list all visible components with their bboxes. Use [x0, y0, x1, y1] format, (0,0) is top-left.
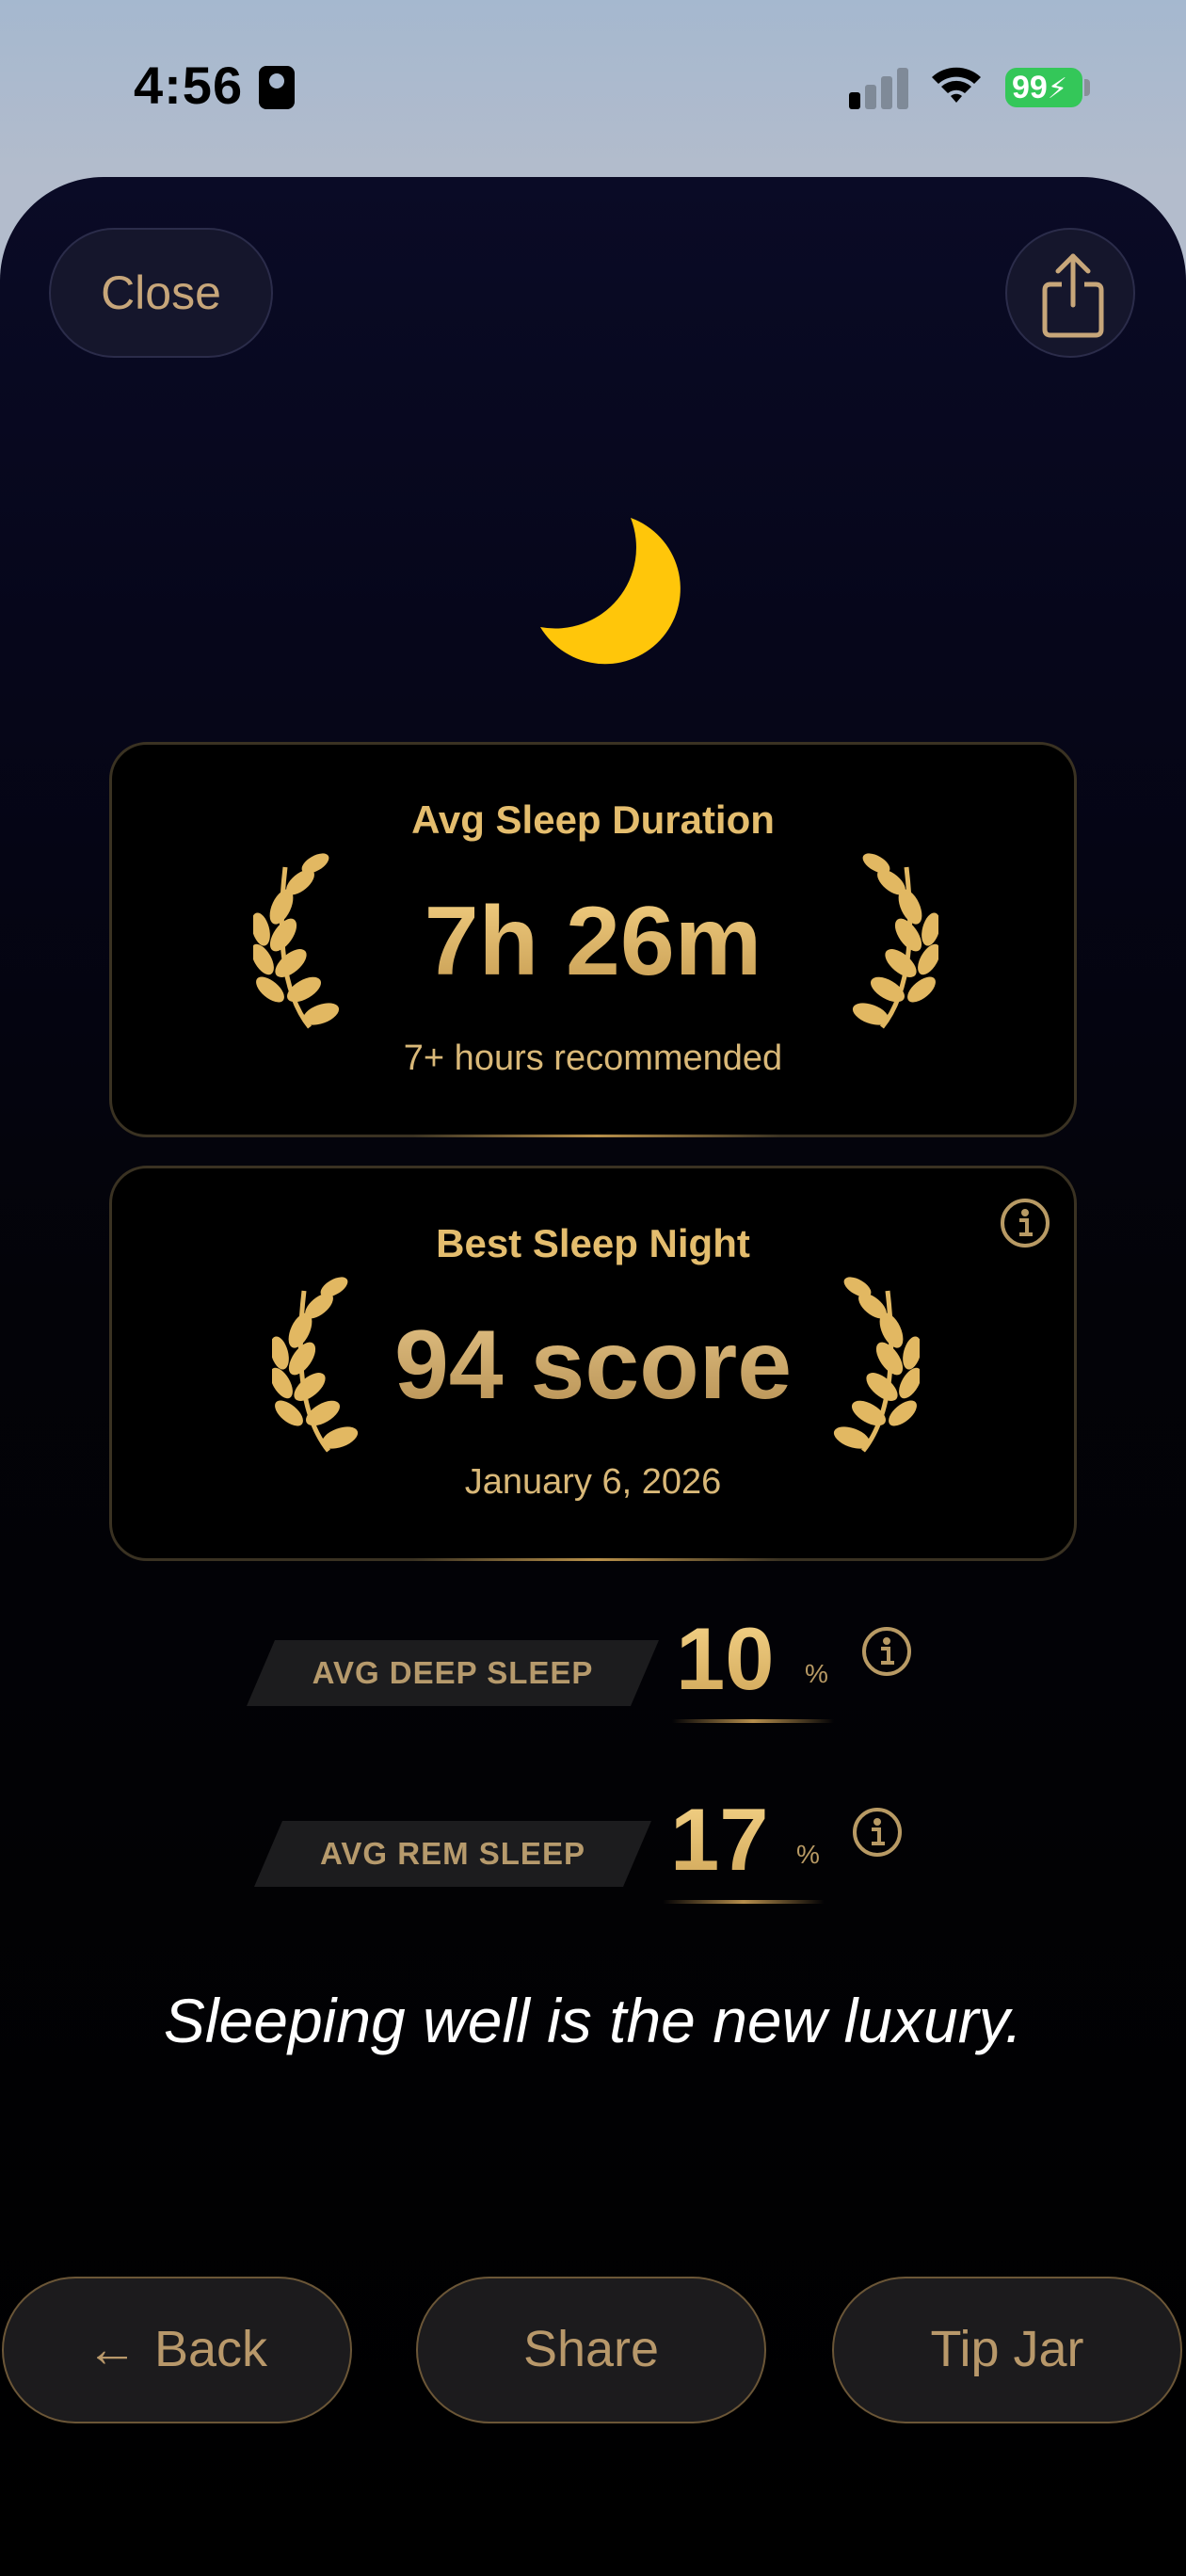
contact-card-icon: [259, 66, 295, 109]
battery-charging-icon: 99⚡: [1005, 68, 1082, 107]
status-time: 4:56: [134, 56, 244, 115]
battery-cap: [1084, 79, 1090, 96]
stat-unit: %: [805, 1659, 828, 1688]
rem-sleep-value: 17: [670, 1790, 769, 1889]
info-icon[interactable]: [851, 1806, 904, 1859]
deep-sleep-value: 10: [676, 1609, 775, 1708]
best-night-score: 94 score: [112, 1310, 1074, 1422]
status-bar: 4:56 99⚡: [0, 0, 1186, 179]
avg-sleep-duration-card: Avg Sleep Duration 7h 26m 7+ hours recom…: [109, 742, 1077, 1137]
tagline: Sleeping well is the new luxury.: [163, 1986, 1023, 2055]
close-button[interactable]: Close: [49, 228, 273, 358]
info-icon[interactable]: [999, 1197, 1051, 1249]
stat-label: AVG REM SLEEP: [254, 1821, 651, 1887]
card-title: Best Sleep Night: [436, 1221, 750, 1265]
laurel-right-icon: [833, 1277, 920, 1453]
battery-level: 99: [1012, 70, 1048, 105]
rem-sleep-stat: AVG REM SLEEP 17 %: [0, 1781, 1186, 1941]
tip-jar-button[interactable]: Tip Jar: [832, 2277, 1182, 2423]
back-label: Back: [153, 2321, 268, 2377]
info-icon[interactable]: [860, 1625, 913, 1678]
stat-label: AVG DEEP SLEEP: [247, 1640, 659, 1706]
stat-underline: [672, 1719, 834, 1723]
back-button[interactable]: ← Back: [2, 2277, 352, 2423]
share-icon: [1042, 253, 1104, 338]
share-icon-button[interactable]: [1005, 228, 1135, 358]
stat-underline: [663, 1900, 825, 1904]
crescent-moon-icon: [540, 518, 681, 665]
cellular-signal-icon: [849, 66, 909, 109]
best-sleep-night-card: Best Sleep Night 94 score January 6, 202…: [109, 1166, 1077, 1561]
card-subtitle: 7+ hours recommended: [403, 1038, 783, 1078]
arrow-left-icon: ←: [86, 2321, 137, 2377]
deep-sleep-stat: AVG DEEP SLEEP 10 %: [0, 1601, 1186, 1761]
stat-unit: %: [796, 1840, 820, 1869]
wifi-icon: [932, 67, 981, 103]
share-button[interactable]: Share: [416, 2277, 766, 2423]
best-night-date: January 6, 2026: [464, 1462, 722, 1502]
laurel-right-icon: [852, 853, 938, 1029]
card-title: Avg Sleep Duration: [411, 797, 775, 842]
